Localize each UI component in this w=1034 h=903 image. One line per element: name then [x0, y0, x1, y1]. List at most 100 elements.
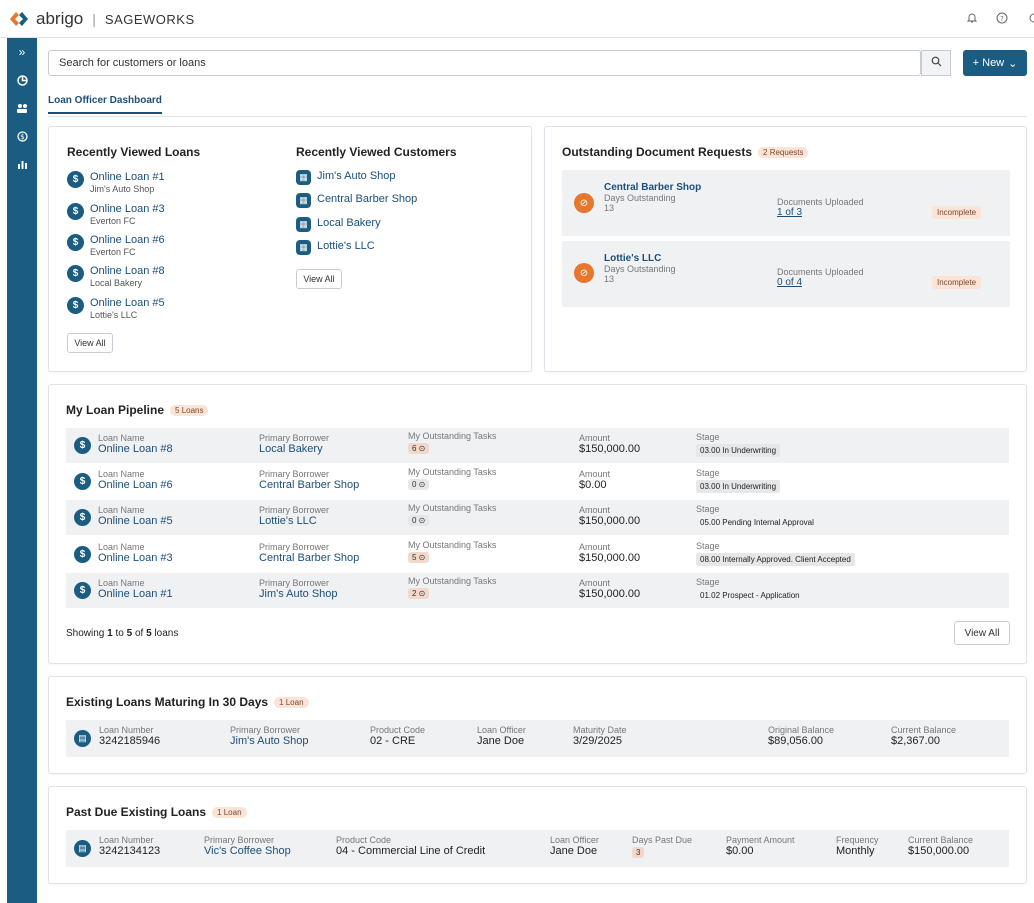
- tab-loan-officer-dashboard[interactable]: Loan Officer Dashboard: [48, 95, 162, 114]
- loan-name-link[interactable]: Online Loan #8: [98, 443, 173, 455]
- view-all-pipeline-button[interactable]: View All: [954, 621, 1010, 645]
- recent-customer-link[interactable]: Lottie's LLC: [317, 240, 375, 252]
- pipeline-row[interactable]: $ Loan Name Online Loan #6 Primary Borrower…: [66, 464, 1009, 499]
- current-balance-label: Current Balance: [908, 835, 974, 845]
- dashboard-icon[interactable]: [7, 66, 37, 94]
- recent-loan-link[interactable]: Online Loan #8: [90, 265, 165, 277]
- search-button[interactable]: [921, 50, 951, 76]
- stage-label: Stage: [696, 432, 720, 442]
- past-due-count-badge: 1 Loan: [212, 807, 247, 819]
- stage-cell: Stage 01.02 Prospect - Application: [696, 577, 804, 602]
- documents-uploaded-link[interactable]: 1 of 3: [777, 207, 864, 218]
- building-icon: ▦: [296, 217, 311, 232]
- past-due-loans-card: Past Due Existing Loans 1 Loan ▤ Loan Num…: [48, 786, 1027, 884]
- tasks-count-badge[interactable]: 0 ⊙: [408, 479, 430, 490]
- maturing-loan-row[interactable]: ▤ Loan Number 3242185946 Primary Borrower…: [66, 720, 1009, 757]
- borrower-link[interactable]: Jim's Auto Shop: [230, 735, 309, 747]
- customers-icon[interactable]: [7, 94, 37, 122]
- loan-name-label: Loan Name: [98, 578, 145, 588]
- documents-uploaded-link[interactable]: 0 of 4: [777, 277, 864, 288]
- borrower-link[interactable]: Vic's Coffee Shop: [204, 845, 291, 857]
- borrower-link[interactable]: Jim's Auto Shop: [259, 588, 338, 600]
- loan-name-link[interactable]: Online Loan #5: [98, 515, 173, 527]
- recent-customer-item[interactable]: ▦ Central Barber Shop: [296, 193, 417, 208]
- pipeline-row[interactable]: $ Loan Name Online Loan #3 Primary Borrower…: [66, 537, 1009, 572]
- recent-loan-borrower: Jim's Auto Shop: [90, 184, 155, 194]
- borrower-link[interactable]: Central Barber Shop: [259, 552, 359, 564]
- borrower-label: Primary Borrower: [259, 505, 330, 515]
- new-button[interactable]: + New ⌄: [963, 50, 1027, 76]
- stage-label: Stage: [696, 468, 720, 478]
- stage-cell: Stage 03.00 In Underwriting: [696, 432, 781, 457]
- loans-icon[interactable]: $: [7, 122, 37, 150]
- view-all-customers-button[interactable]: View All: [296, 269, 342, 289]
- tasks-label: My Outstanding Tasks: [408, 576, 497, 586]
- document-requests-card: Outstanding Document Requests 2 Requests …: [544, 126, 1027, 372]
- recent-loan-borrower: Everton FC: [90, 216, 136, 226]
- recent-loan-item[interactable]: $ Online Loan #1 Jim's Auto Shop: [67, 171, 165, 194]
- tasks-count-badge[interactable]: 0 ⊙: [408, 515, 430, 526]
- bell-icon[interactable]: [966, 12, 978, 27]
- help-icon[interactable]: ?: [996, 12, 1008, 27]
- maturing-loans-title-text: Existing Loans Maturing In 30 Days: [66, 695, 269, 709]
- loan-name-label: Loan Name: [98, 505, 145, 515]
- officer-cell: Loan Officer Jane Doe: [477, 725, 526, 747]
- abrigo-logo-icon: [8, 10, 30, 28]
- recent-loan-item[interactable]: $ Online Loan #3 Everton FC: [67, 203, 165, 226]
- doc-customer-link[interactable]: Central Barber Shop: [604, 182, 701, 193]
- doc-request-row[interactable]: ⊘ Lottie's LLC Days Outstanding 13 Docum…: [562, 241, 1010, 307]
- loan-name-link[interactable]: Online Loan #3: [98, 552, 173, 564]
- past-due-loan-row[interactable]: ▤ Loan Number 3242134123 Primary Borrower…: [66, 830, 1009, 867]
- recent-customer-item[interactable]: ▦ Local Bakery: [296, 217, 381, 232]
- recent-loan-link[interactable]: Online Loan #3: [90, 203, 165, 215]
- days-past-due-value: 3: [632, 847, 645, 858]
- settings-icon[interactable]: [1026, 12, 1034, 27]
- stage-value: 01.02 Prospect - Application: [700, 591, 800, 600]
- tasks-count-badge[interactable]: 5 ⊙: [408, 552, 430, 563]
- days-outstanding-value: 13: [604, 203, 615, 213]
- borrower-link[interactable]: Lottie's LLC: [259, 515, 317, 527]
- borrower-link[interactable]: Local Bakery: [259, 443, 323, 455]
- recent-loan-link[interactable]: Online Loan #5: [90, 297, 165, 309]
- pipeline-row[interactable]: $ Loan Name Online Loan #5 Primary Borrower…: [66, 500, 1009, 535]
- recent-loan-item[interactable]: $ Online Loan #6 Everton FC: [67, 234, 165, 257]
- tasks-count-badge[interactable]: 6 ⊙: [408, 443, 430, 454]
- recent-loan-item[interactable]: $ Online Loan #8 Local Bakery: [67, 265, 165, 288]
- loan-pipeline-card: My Loan Pipeline 5 Loans $ Loan Name Online…: [48, 384, 1027, 664]
- recent-customer-link[interactable]: Local Bakery: [317, 217, 381, 229]
- original-balance-cell: Original Balance $89,056.00: [768, 725, 834, 747]
- pipeline-row[interactable]: $ Loan Name Online Loan #1 Primary Borrower…: [66, 573, 1009, 608]
- search-input[interactable]: Search for customers or loans: [48, 50, 921, 76]
- reports-icon[interactable]: [7, 150, 37, 178]
- pagination-summary: Showing 1 to 5 of 5 loans: [66, 628, 178, 639]
- documents-uploaded-label: Documents Uploaded: [777, 267, 864, 277]
- borrower-link[interactable]: Central Barber Shop: [259, 479, 359, 491]
- loan-number-value: 3242185946: [99, 735, 161, 747]
- recent-customer-link[interactable]: Central Barber Shop: [317, 193, 417, 205]
- stage-value: 03.00 In Underwriting: [696, 444, 781, 457]
- doc-customer-link[interactable]: Lottie's LLC: [604, 253, 676, 264]
- view-all-loans-button[interactable]: View All: [67, 333, 113, 353]
- amount-value: $150,000.00: [579, 443, 641, 455]
- recent-loan-item[interactable]: $ Online Loan #5 Lottie's LLC: [67, 297, 165, 320]
- recent-loan-link[interactable]: Online Loan #1: [90, 171, 165, 183]
- amount-label: Amount: [579, 505, 611, 515]
- tasks-count-badge[interactable]: 2 ⊙: [408, 588, 430, 599]
- recent-customer-item[interactable]: ▦ Jim's Auto Shop: [296, 170, 396, 185]
- expand-sidebar-icon[interactable]: »: [7, 38, 37, 66]
- loan-name-link[interactable]: Online Loan #1: [98, 588, 173, 600]
- new-button-label: + New: [972, 57, 1005, 69]
- doc-request-row[interactable]: ⊘ Central Barber Shop Days Outstanding 1…: [562, 170, 1010, 236]
- pipeline-row[interactable]: $ Loan Name Online Loan #8 Primary Borrower…: [66, 428, 1009, 463]
- current-balance-value: $150,000.00: [908, 845, 970, 857]
- logo[interactable]: abrigo | SAGEWORKS: [8, 9, 195, 29]
- recent-loan-link[interactable]: Online Loan #6: [90, 234, 165, 246]
- borrower-cell: Primary Borrower Local Bakery: [259, 433, 329, 455]
- recent-customer-item[interactable]: ▦ Lottie's LLC: [296, 240, 375, 255]
- recent-customer-link[interactable]: Jim's Auto Shop: [317, 170, 396, 182]
- borrower-cell: Primary Borrower Lottie's LLC: [259, 505, 329, 527]
- days-past-due-label: Days Past Due: [632, 835, 693, 845]
- amount-cell: Amount $150,000.00: [579, 433, 640, 455]
- loan-name-link[interactable]: Online Loan #6: [98, 479, 173, 491]
- payment-cell: Payment Amount $0.00: [726, 835, 795, 857]
